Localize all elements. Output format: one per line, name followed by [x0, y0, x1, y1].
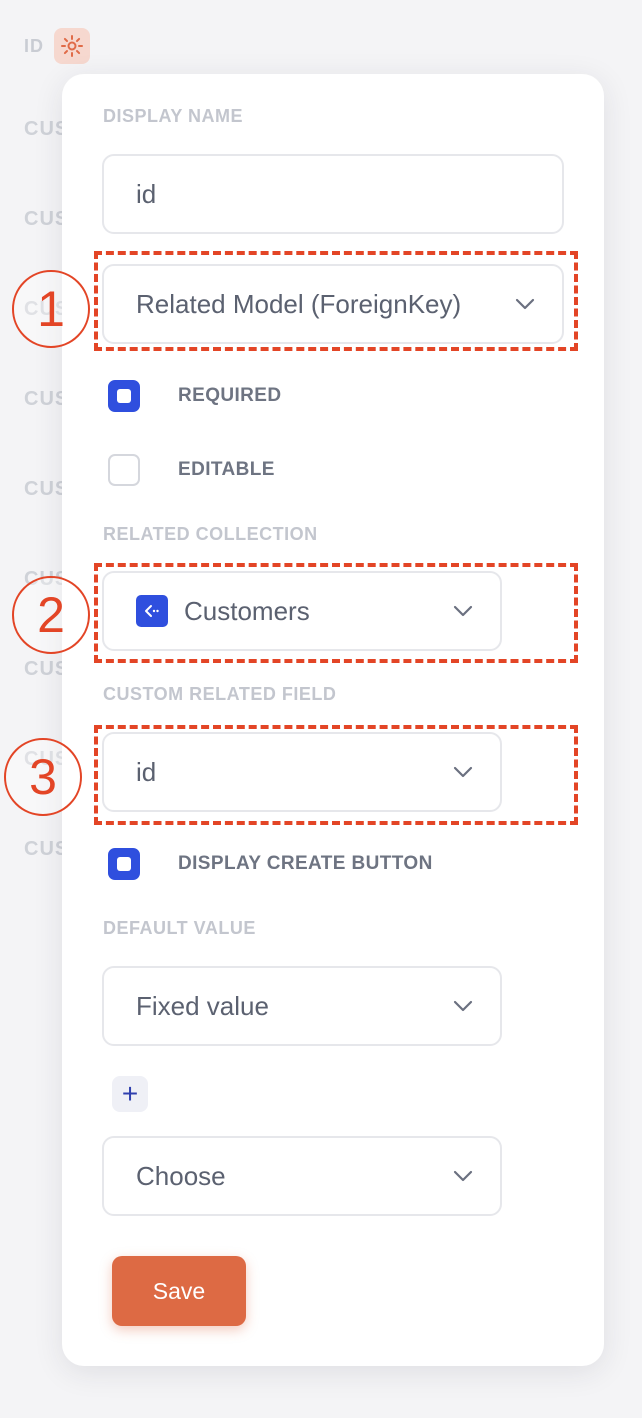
display-create-button-row[interactable]: DISPLAY CREATE BUTTON — [108, 848, 433, 880]
annotation-box-3 — [94, 725, 578, 825]
display-create-button-checkbox[interactable] — [108, 848, 140, 880]
default-value-mode-select[interactable]: Fixed value — [102, 966, 502, 1046]
annotation-box-1 — [94, 251, 578, 351]
annotation-marker-1: 1 — [12, 270, 90, 348]
gear-icon — [61, 35, 83, 57]
required-label: REQUIRED — [178, 385, 282, 406]
annotation-marker-3: 3 — [4, 738, 82, 816]
plus-icon: + — [121, 1078, 139, 1109]
column-settings-button[interactable] — [54, 28, 90, 64]
choose-placeholder: Choose — [136, 1160, 226, 1191]
save-button[interactable]: Save — [112, 1256, 246, 1326]
id-column-label: ID — [24, 35, 44, 56]
default-value-label: DEFAULT VALUE — [103, 918, 256, 938]
editable-checkbox-row[interactable]: EDITABLE — [108, 454, 275, 486]
chevron-down-icon — [453, 1170, 473, 1182]
annotation-box-2 — [94, 563, 578, 663]
related-collection-label: RELATED COLLECTION — [103, 524, 318, 544]
required-checkbox-row[interactable]: REQUIRED — [108, 380, 282, 412]
display-name-input[interactable]: id — [102, 154, 564, 234]
add-default-value-button[interactable]: + — [112, 1076, 148, 1112]
required-checkbox[interactable] — [108, 380, 140, 412]
chevron-down-icon — [453, 1000, 473, 1012]
display-name-value: id — [136, 178, 157, 209]
annotation-marker-2: 2 — [12, 576, 90, 654]
default-value-mode-value: Fixed value — [136, 990, 269, 1021]
display-name-label: DISPLAY NAME — [103, 106, 244, 126]
custom-related-field-label: CUSTOM RELATED FIELD — [103, 684, 337, 704]
display-create-button-label: DISPLAY CREATE BUTTON — [178, 853, 433, 874]
default-value-choose-select[interactable]: Choose — [102, 1136, 502, 1216]
id-column-header: ID — [24, 28, 90, 64]
editable-checkbox[interactable] — [108, 454, 140, 486]
editable-label: EDITABLE — [178, 459, 275, 480]
